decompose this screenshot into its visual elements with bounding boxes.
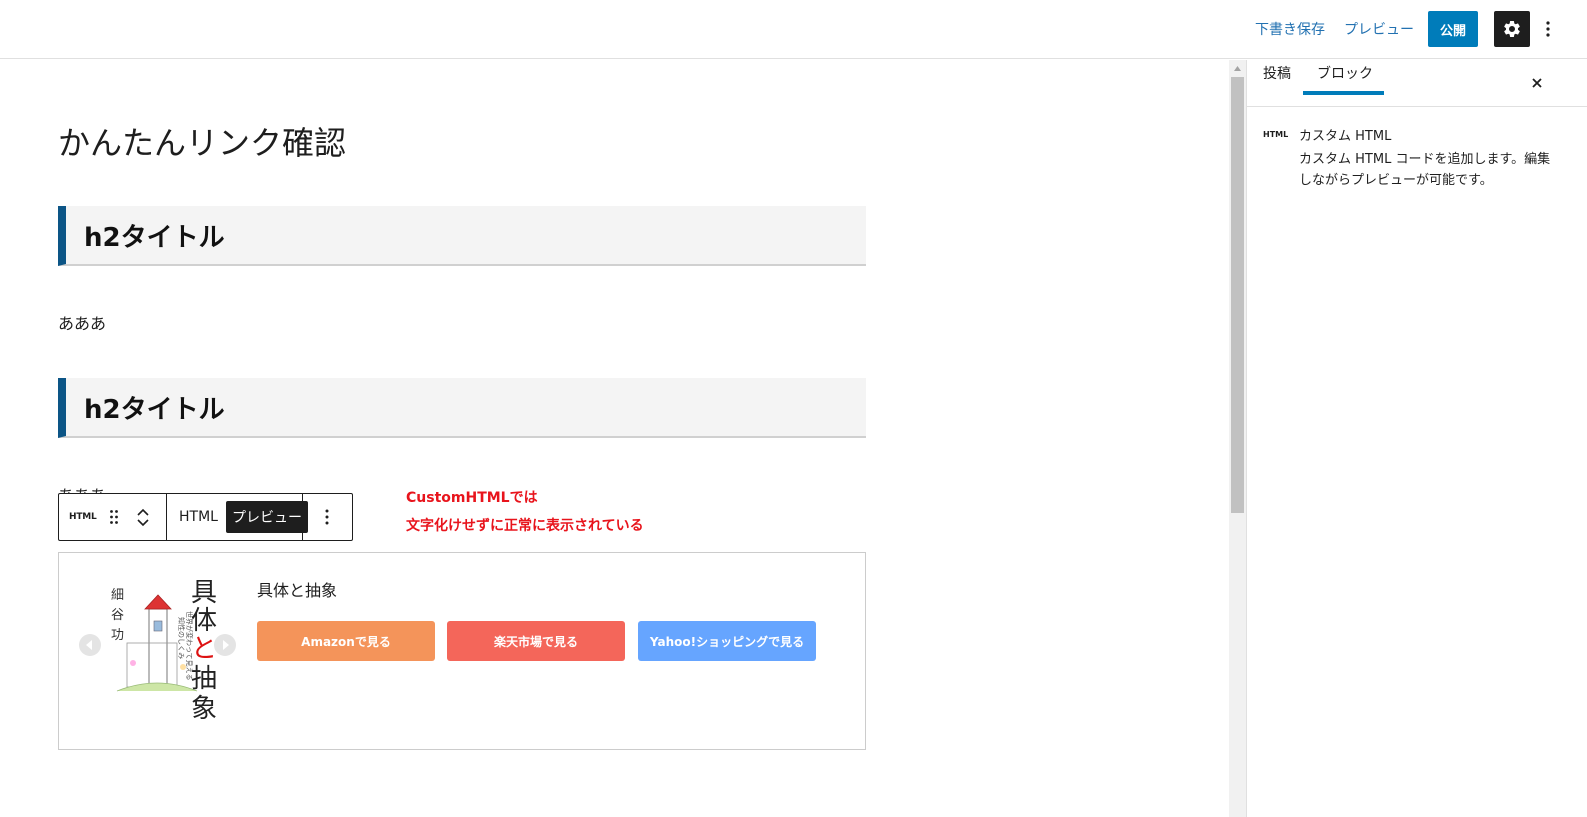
rakuten-button[interactable]: 楽天市場で見る xyxy=(447,621,625,661)
block-mover xyxy=(131,508,155,527)
heading-text: h2タイトル xyxy=(84,395,225,425)
block-options-button[interactable] xyxy=(303,494,351,540)
svg-text:と: と xyxy=(191,634,217,664)
block-toolbar: HTML HTML プレビュー xyxy=(58,493,353,541)
active-tab-indicator xyxy=(1303,91,1384,95)
annotation-text: CustomHTMLでは xyxy=(406,490,538,506)
options-button[interactable] xyxy=(1540,14,1556,44)
svg-text:知性のしくみ: 知性のしくみ xyxy=(177,617,186,659)
editor-header: 下書き保存 プレビュー 公開 xyxy=(0,0,1587,59)
chevron-down-icon[interactable] xyxy=(136,518,149,527)
scroll-up-button[interactable] xyxy=(1229,60,1246,77)
chevron-right-icon xyxy=(223,640,229,650)
carousel-prev-button[interactable] xyxy=(79,634,101,656)
editor-canvas: かんたんリンク確認 h2タイトル あああ h2タイトル あああ HTML HTM… xyxy=(0,60,1229,817)
tab-html[interactable]: HTML xyxy=(179,509,218,525)
svg-text:功: 功 xyxy=(111,628,124,643)
settings-button[interactable] xyxy=(1494,11,1530,47)
close-sidebar-button[interactable] xyxy=(1526,72,1548,94)
svg-text:体: 体 xyxy=(191,606,217,636)
svg-text:具: 具 xyxy=(191,578,217,608)
carousel-next-button[interactable] xyxy=(214,634,236,656)
svg-text:抽: 抽 xyxy=(191,664,217,694)
tab-block[interactable]: ブロック xyxy=(1317,63,1373,83)
post-title[interactable]: かんたんリンク確認 xyxy=(58,118,346,164)
chevron-up-icon[interactable] xyxy=(136,508,149,516)
annotation-text: 文字化けせずに正常に表示されている xyxy=(406,518,644,534)
html-block-icon: HTML xyxy=(1263,130,1289,139)
yahoo-shopping-button[interactable]: Yahoo!ショッピングで見る xyxy=(638,621,816,661)
block-card-description: カスタム HTML コードを追加します。編集しながらプレビューが可能です。 xyxy=(1299,152,1551,188)
amazon-button[interactable]: Amazonで見る xyxy=(257,621,435,661)
arrow-up-icon xyxy=(1234,66,1241,71)
gear-icon xyxy=(1504,20,1520,37)
svg-text:細: 細 xyxy=(111,588,124,603)
html-preview-toggle: HTML プレビュー xyxy=(167,494,308,540)
tab-preview[interactable]: プレビュー xyxy=(225,501,308,533)
publish-button[interactable]: 公開 xyxy=(1428,11,1478,47)
chevron-left-icon xyxy=(86,640,92,650)
paragraph-block[interactable]: あああ xyxy=(58,310,106,334)
book-cover-art: 細 谷 功 世界が変わって見える 知性のしくみ 具 体 と 抽 象 xyxy=(97,571,223,733)
preview-button[interactable]: プレビュー xyxy=(1344,19,1414,39)
heading-text: h2タイトル xyxy=(84,223,225,253)
custom-html-preview: 細 谷 功 世界が変わって見える 知性のしくみ 具 体 と 抽 象 具体と抽象 … xyxy=(58,552,866,750)
block-switcher-group: HTML xyxy=(59,494,167,540)
svg-text:谷: 谷 xyxy=(111,608,124,623)
more-vertical-icon xyxy=(1546,21,1550,37)
drag-handle-icon xyxy=(109,510,118,524)
block-type-icon[interactable]: HTML xyxy=(69,512,97,522)
heading-block[interactable]: h2タイトル xyxy=(58,206,866,266)
heading-block[interactable]: h2タイトル xyxy=(58,378,866,438)
svg-text:象: 象 xyxy=(191,694,217,724)
block-card-title: カスタム HTML xyxy=(1299,129,1392,144)
drag-handle[interactable] xyxy=(107,508,121,526)
book-cover-image: 細 谷 功 世界が変わって見える 知性のしくみ 具 体 と 抽 象 xyxy=(97,571,223,733)
editor-scrollbar[interactable] xyxy=(1229,60,1246,817)
more-vertical-icon xyxy=(325,509,329,525)
save-draft-button[interactable]: 下書き保存 xyxy=(1255,19,1325,39)
product-title[interactable]: 具体と抽象 xyxy=(257,577,337,601)
scroll-thumb[interactable] xyxy=(1231,77,1244,513)
settings-sidebar: 投稿 ブロック HTML カスタム HTML カスタム HTML コードを追加し… xyxy=(1246,60,1587,817)
close-icon xyxy=(1532,78,1542,88)
tab-post[interactable]: 投稿 xyxy=(1263,63,1291,83)
sidebar-tabs: 投稿 ブロック xyxy=(1247,60,1587,107)
